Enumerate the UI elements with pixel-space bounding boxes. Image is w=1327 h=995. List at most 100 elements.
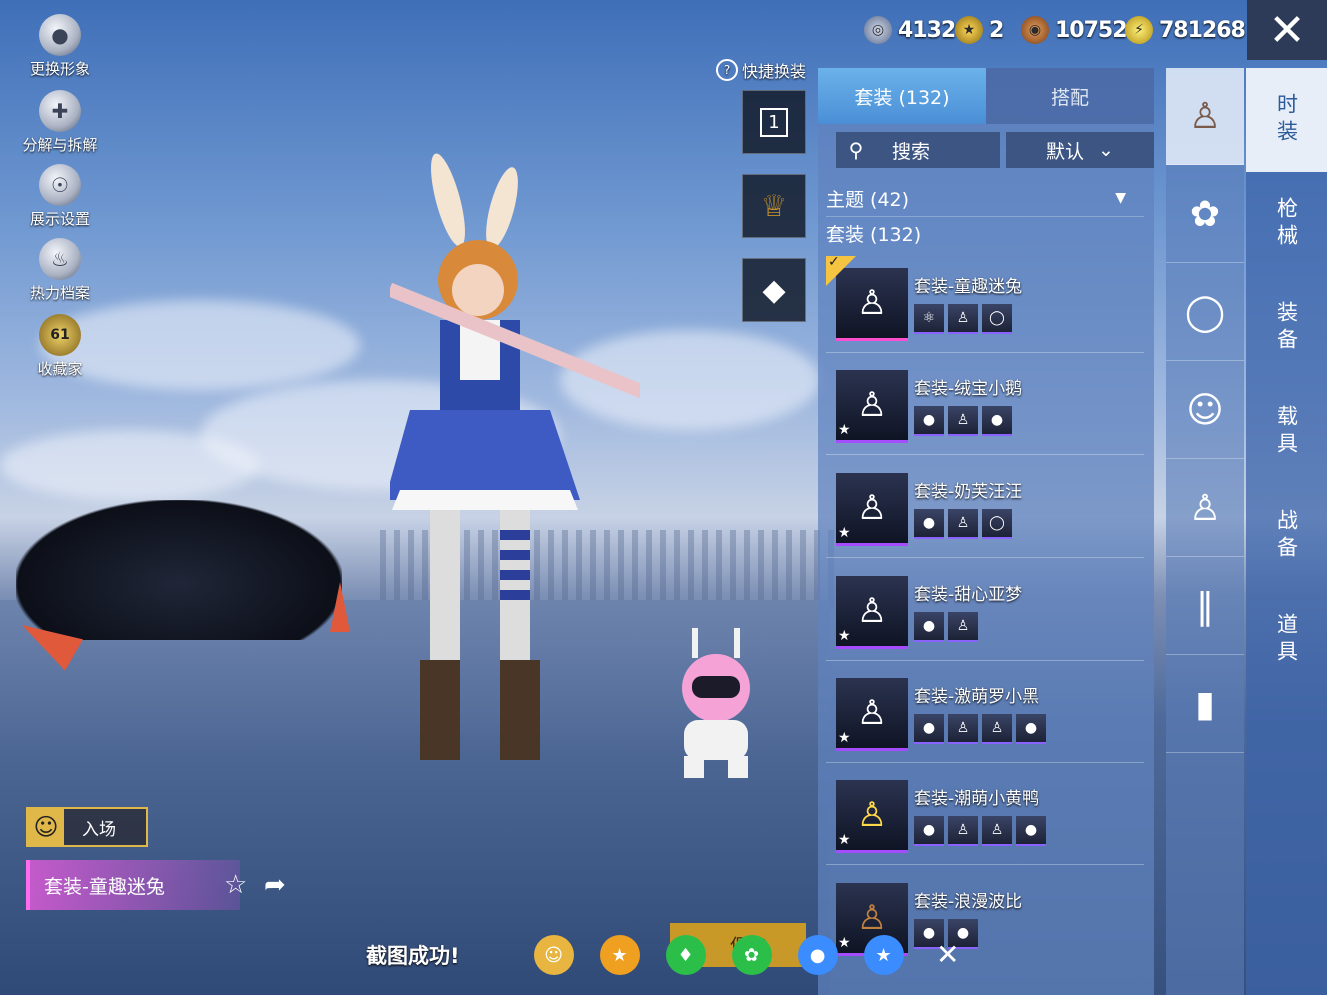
current-outfit-name: 套装-童趣迷兔 [26,860,240,910]
part-icon: ♙ [948,816,978,846]
flame-icon: ♨ [39,238,81,280]
outfit-name: 套装-甜心亚梦 [914,585,1023,605]
share-icon[interactable]: ➦ [264,870,286,900]
change-avatar-button[interactable]: ● 更换形象 [10,14,110,84]
favorite-star-icon[interactable]: ☆ [224,870,247,900]
display-settings-button[interactable]: ☉ 展示设置 [10,164,110,234]
bp-value: 10752 [1055,17,1128,43]
part-icon: ◯ [982,509,1012,539]
outfit-name: 套装-激萌罗小黑 [914,687,1040,707]
part-icon: ● [914,816,944,846]
quick-change-button[interactable]: ? 快捷换装 [716,58,806,82]
currency-uc[interactable]: ◎ 4132 [864,12,956,48]
tab-weapons[interactable]: 枪械 [1246,172,1327,276]
close-button[interactable]: ✕ [1247,0,1327,60]
mask-icon: ☺ [1186,389,1224,431]
vehicle-car [16,500,342,640]
part-icon: ● [914,509,944,539]
entrance-label: 入场 [82,819,116,840]
dropdown-triangle-icon: ▼ [1115,190,1126,206]
outfit-name: 套装-童趣迷兔 [914,277,1023,297]
currency-medal[interactable]: ★ 2 [955,12,1004,48]
suit-count-header: 套装 (132) [826,224,922,246]
companion-robot [682,628,750,778]
outfit-thumbnail: ♙ ★ [836,473,908,546]
outfit-name: 套装-浪漫波比 [914,892,1023,912]
moments-icon[interactable]: ✿ [731,935,772,975]
trophy-icon: ♕ [760,188,788,224]
outfit-name: 套装-潮萌小黄鸭 [914,789,1040,809]
list-item[interactable]: ♙ ★ 套装-潮萌小黄鸭 ● ♙ ♙ ● [826,768,1144,865]
qzone-icon[interactable]: ★ [863,935,904,975]
currency-bp[interactable]: ◉ 10752 [1021,12,1128,48]
heat-profile-button[interactable]: ♨ 热力档案 [10,238,110,308]
collector-label: 收藏家 [37,360,83,378]
screenshot-success-message: 截图成功! [366,944,460,968]
tab-match[interactable]: 搭配 [986,68,1154,124]
list-item[interactable]: ♙ ✓ 套装-童趣迷兔 ⚛ ♙ ◯ [826,254,1144,353]
outfit-slot-button[interactable]: 1 [742,90,806,154]
tab-vehicles[interactable]: 载具 [1246,380,1327,484]
tab-gear[interactable]: 战备 [1246,484,1327,588]
search-icon: ⚲ [848,138,864,162]
theme-filter[interactable]: 主题 (42) ▼ [826,180,1144,217]
screenshot-share-bar: 截图成功! ☺ ★ ♦ ✿ ● ★ [366,930,930,980]
theme-filter-label: 主题 (42) [826,188,910,211]
close-share-icon[interactable]: ✕ [936,938,959,971]
trophy-slot-button[interactable]: ♕ [742,174,806,238]
sort-label: 默认 [1046,140,1085,163]
list-item[interactable]: ♙ ★ 套装-绒宝小鹅 ● ♙ ● [826,358,1144,455]
share-avatar-icon[interactable]: ☺ [533,935,574,975]
quick-change-label: 快捷换装 [742,62,807,81]
outfit-thumbnail: ♙ ★ [836,370,908,443]
part-icon: ♙ [948,509,978,539]
category-shoes[interactable]: ▮ [1166,656,1244,753]
avatar-icon: ● [39,14,81,56]
category-face[interactable]: ☺ [1166,362,1244,459]
tab-fashion[interactable]: 时装 [1246,68,1327,172]
collector-badge-icon: 61 [39,314,81,356]
list-item[interactable]: ♙ ★ 套装-奶芙汪汪 ● ♙ ◯ [826,461,1144,558]
search-input[interactable]: ⚲ 搜索 [836,132,1000,168]
qq-icon[interactable]: ● [797,935,838,975]
close-icon: ✕ [1268,4,1306,56]
list-item[interactable]: ♙ ★ 套装-激萌罗小黑 ● ♙ ♙ ● [826,666,1144,763]
part-icon: ● [1016,714,1046,744]
search-label: 搜索 [892,140,931,163]
tab-equipment[interactable]: 装备 [1246,276,1327,380]
part-icon: ♙ [948,714,978,744]
part-icon: ♙ [982,816,1012,846]
currency-ag[interactable]: ⚡ 781268 [1125,12,1246,48]
list-item[interactable]: ♙ ★ 套装-甜心亚梦 ● ♙ [826,564,1144,661]
uc-coin-icon: ◎ [864,16,892,44]
category-icon-column: ♙ ✿ ◯ ☺ ♙ ‖ ▮ [1166,68,1244,995]
diamond-slot-button[interactable]: ◆ [742,258,806,322]
category-suit[interactable]: ♙ [1166,68,1244,165]
decompose-label: 分解与拆解 [22,136,98,154]
ag-value: 781268 [1159,17,1246,43]
category-pants[interactable]: ‖ [1166,558,1244,655]
collector-button[interactable]: 61 收藏家 [10,314,110,384]
decompose-button[interactable]: ✚ 分解与拆解 [10,90,110,160]
part-icon: ● [914,714,944,744]
entrance-button[interactable]: ☺ 入场 [26,807,148,847]
share-game-icon[interactable]: ★ [599,935,640,975]
change-avatar-label: 更换形象 [29,60,90,78]
part-icon: ◯ [982,304,1012,334]
part-icon: ● [914,612,944,642]
outfit-name: 套装-奶芙汪汪 [914,482,1023,502]
tab-suits[interactable]: 套装 (132) [818,68,986,124]
tab-items[interactable]: 道具 [1246,588,1327,692]
wechat-icon[interactable]: ♦ [665,935,706,975]
character-model [390,153,640,760]
part-icon: ♙ [948,406,978,436]
sort-dropdown[interactable]: 默认 ⌄ [1006,132,1154,168]
smile-icon: ☺ [28,809,64,845]
bunny-ears-icon: ✿ [1189,193,1221,235]
category-top[interactable]: ♙ [1166,460,1244,557]
ag-coin-icon: ⚡ [1125,16,1153,44]
display-settings-label: 展示设置 [29,210,90,228]
category-glasses[interactable]: ◯ [1166,264,1244,361]
category-headwear[interactable]: ✿ [1166,166,1244,263]
outfit-panel: 套装 (132) 搭配 ⚲ 搜索 默认 ⌄ 主题 (42) ▼ 套装 (132)… [818,68,1154,995]
